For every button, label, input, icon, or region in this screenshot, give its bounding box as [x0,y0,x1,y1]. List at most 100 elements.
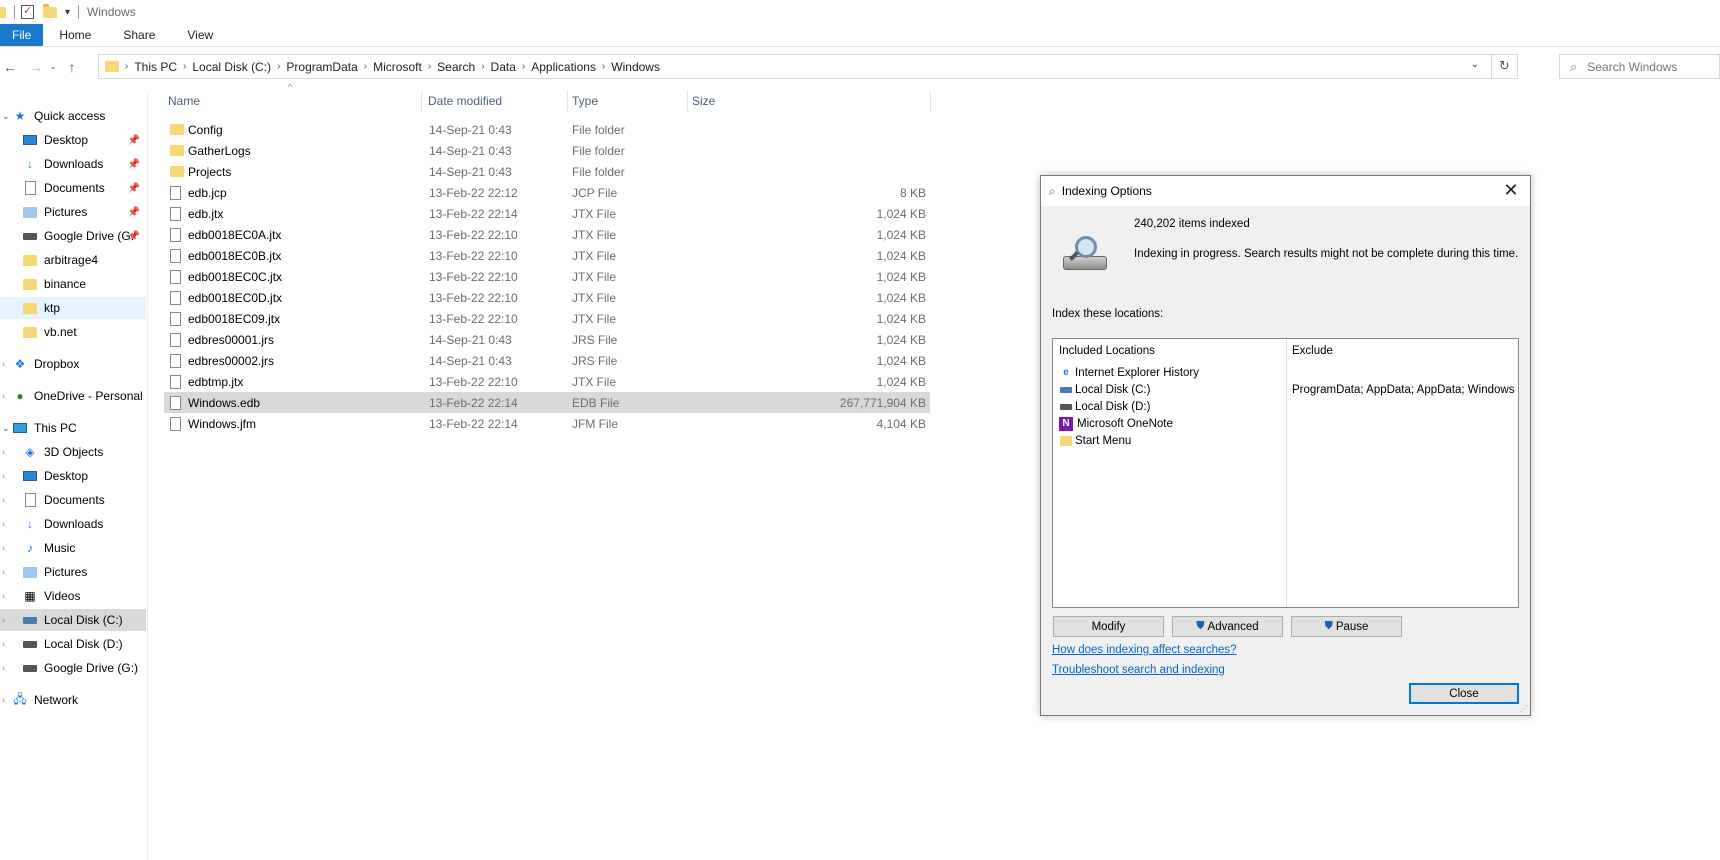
column-header-name[interactable]: Name [164,90,422,112]
nav-item-local-disk-c[interactable]: › Local Disk (C:) [0,609,146,631]
nav-item-desktop[interactable]: Desktop 📌 [0,129,146,151]
nav-item-this-pc[interactable]: ⌄ This PC [0,417,146,439]
file-row[interactable]: edb0018EC09.jtx 13-Feb-22 22:10 JTX File 1,… [164,308,930,329]
included-locations-list[interactable]: Included Locations Exclude e Internet Ex… [1052,338,1519,608]
nav-item-dropbox[interactable]: › ❖ Dropbox [0,353,146,375]
breadcrumb-this-pc[interactable]: This PC [134,60,177,74]
chevron-right-icon[interactable]: › [428,61,431,72]
nav-item-downloads-pc[interactable]: › ↓ Downloads [0,513,146,535]
nav-item-google-drive-g[interactable]: › Google Drive (G:) [0,657,146,679]
column-header-type[interactable]: Type [568,90,688,112]
nav-item-google-drive[interactable]: Google Drive (G: 📌 [0,225,146,247]
tab-file[interactable]: File [0,24,44,46]
refresh-icon[interactable]: ↻ [1491,54,1517,79]
file-row[interactable]: edb0018EC0D.jtx 13-Feb-22 22:10 JTX File 1,… [164,287,930,308]
address-bar[interactable]: › This PC › Local Disk (C:) › ProgramDat… [98,54,1518,79]
close-icon[interactable]: ✕ [1500,180,1522,201]
expand-chevron-icon[interactable]: › [2,615,12,625]
nav-item-quick-access[interactable]: ⌄ ★ Quick access [0,105,146,127]
breadcrumb-applications[interactable]: Applications [531,60,596,74]
recent-locations-chevron-icon[interactable]: ⌄ [46,61,60,72]
expand-chevron-icon[interactable]: ⌄ [2,111,12,122]
new-folder-icon[interactable] [43,4,57,19]
nav-item-documents-pc[interactable]: › Documents [0,489,146,511]
nav-item-binance[interactable]: binance [0,273,146,295]
folder-icon[interactable] [0,5,6,19]
advanced-button[interactable]: ⛊ Advanced [1172,616,1283,637]
nav-item-3d-objects[interactable]: › ◈ 3D Objects [0,441,146,463]
nav-item-downloads[interactable]: ↓ Downloads 📌 [0,153,146,175]
file-row[interactable]: edbtmp.jtx 13-Feb-22 22:10 JTX File 1,024 K… [164,371,930,392]
expand-chevron-icon[interactable]: ⌄ [2,423,12,434]
location-item[interactable]: N Microsoft OneNote [1059,415,1173,432]
customize-quick-access-icon[interactable]: ▾ [65,7,70,18]
expand-chevron-icon[interactable]: › [2,495,12,505]
nav-item-videos[interactable]: › ▦ Videos [0,585,146,607]
search-input[interactable]: ⌕ Search Windows [1559,54,1720,79]
expand-chevron-icon[interactable]: › [2,359,12,369]
chevron-right-icon[interactable]: › [602,61,605,72]
indexing-help-link[interactable]: How does indexing affect searches? [1052,644,1237,656]
file-row[interactable]: Projects 14-Sep-21 0:43 File folder [164,161,930,182]
file-row[interactable]: Config 14-Sep-21 0:43 File folder [164,119,930,140]
resize-grip-icon[interactable]: ⋰ [1520,704,1528,713]
nav-item-pictures[interactable]: Pictures 📌 [0,201,146,223]
tab-view[interactable]: View [171,24,229,46]
pin-icon[interactable]: 📌 [128,183,140,194]
expand-chevron-icon[interactable]: › [2,471,12,481]
chevron-right-icon[interactable]: › [364,61,367,72]
pin-icon[interactable]: 📌 [128,207,140,218]
forward-arrow-icon[interactable]: → [26,59,46,75]
chevron-right-icon[interactable]: › [125,61,128,72]
breadcrumb-search[interactable]: Search [437,60,475,74]
properties-icon[interactable] [21,4,35,19]
column-header-size[interactable]: Size [688,90,931,112]
file-row[interactable]: edbres00001.jrs 14-Sep-21 0:43 JRS File 1,0… [164,329,930,350]
nav-item-ktp[interactable]: ktp [0,297,146,319]
nav-item-local-disk-d[interactable]: › Local Disk (D:) [0,633,146,655]
file-row[interactable]: edb0018EC0B.jtx 13-Feb-22 22:10 JTX File 1,… [164,245,930,266]
up-arrow-icon[interactable]: ↑ [62,59,82,75]
file-row[interactable]: Windows.jfm 13-Feb-22 22:14 JFM File 4,104 … [164,413,930,434]
file-row[interactable]: GatherLogs 14-Sep-21 0:43 File folder [164,140,930,161]
expand-chevron-icon[interactable]: › [2,639,12,649]
expand-chevron-icon[interactable]: › [2,391,12,401]
chevron-right-icon[interactable]: › [481,61,484,72]
tab-home[interactable]: Home [43,24,107,46]
modify-button[interactable]: Modify [1053,616,1164,637]
file-row[interactable]: edb0018EC0C.jtx 13-Feb-22 22:10 JTX File 1,… [164,266,930,287]
dialog-title-bar[interactable]: ⌕ Indexing Options ✕ [1041,176,1530,206]
breadcrumb-local-disk-c[interactable]: Local Disk (C:) [192,60,271,74]
chevron-right-icon[interactable]: › [522,61,525,72]
file-row[interactable]: edb.jcp 13-Feb-22 22:12 JCP File 8 KB [164,182,930,203]
breadcrumb-windows[interactable]: Windows [611,60,660,74]
file-row-selected[interactable]: Windows.edb 13-Feb-22 22:14 EDB File 267,77… [164,392,930,413]
chevron-right-icon[interactable]: › [277,61,280,72]
location-item[interactable]: Local Disk (D:) [1059,398,1150,415]
nav-item-pictures-pc[interactable]: › Pictures [0,561,146,583]
expand-chevron-icon[interactable]: › [2,591,12,601]
nav-item-network[interactable]: › 🖧 Network [0,689,146,711]
expand-chevron-icon[interactable]: › [2,567,12,577]
file-row[interactable]: edbres00002.jrs 14-Sep-21 0:43 JRS File 1,0… [164,350,930,371]
nav-item-vb-net[interactable]: vb.net [0,321,146,343]
location-item[interactable]: e Internet Explorer History [1059,364,1199,381]
chevron-down-icon[interactable]: ⌄ [1471,59,1479,70]
pin-icon[interactable]: 📌 [128,135,140,146]
nav-item-music[interactable]: › ♪ Music [0,537,146,559]
file-row[interactable]: edb.jtx 13-Feb-22 22:14 JTX File 1,024 KB [164,203,930,224]
troubleshoot-link[interactable]: Troubleshoot search and indexing [1052,664,1225,676]
expand-chevron-icon[interactable]: › [2,695,12,705]
nav-item-onedrive[interactable]: › ● OneDrive - Personal [0,385,146,407]
pause-button[interactable]: ⛊ Pause [1291,616,1402,637]
tab-share[interactable]: Share [107,24,171,46]
breadcrumb-data[interactable]: Data [491,60,516,74]
expand-chevron-icon[interactable]: › [2,519,12,529]
back-arrow-icon[interactable]: ← [0,59,20,75]
expand-chevron-icon[interactable]: › [2,543,12,553]
expand-chevron-icon[interactable]: › [2,663,12,673]
pin-icon[interactable]: 📌 [128,159,140,170]
nav-item-arbitrage4[interactable]: arbitrage4 [0,249,146,271]
close-button[interactable]: Close [1409,683,1519,704]
chevron-right-icon[interactable]: › [183,61,186,72]
